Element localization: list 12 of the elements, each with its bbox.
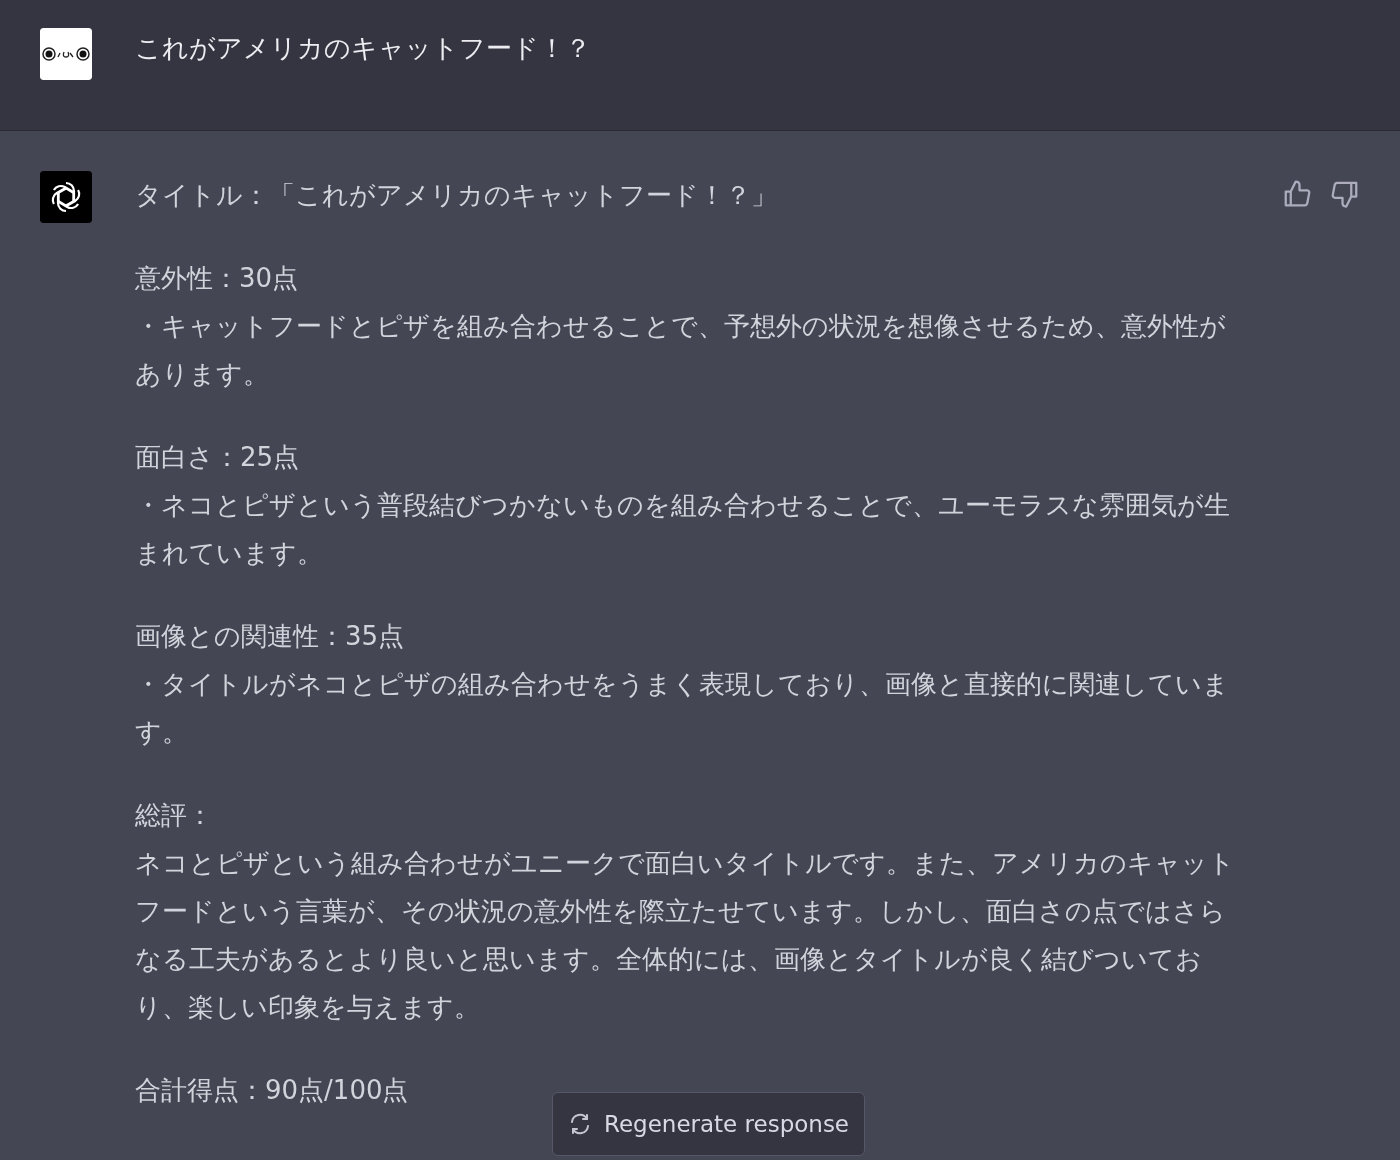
section-body: ネコとピザという組み合わせがユニークで面白いタイトルです。また、アメリカのキャットフードという言葉が、その状況の意外性を際立たせています。しかし、面白さの点ではさらなる工夫があるとより良いと思います。全体的には、画像とタイトルが良く結びついており、楽しい印象を与えます。 bbox=[135, 847, 1236, 1024]
section-heading: 意外性：30点 bbox=[135, 262, 300, 295]
regenerate-button[interactable]: Regenerate response bbox=[552, 1092, 865, 1156]
section-heading: 総評： bbox=[135, 799, 214, 832]
section-body: ・ネコとピザという普段結びつかないものを組み合わせることで、ユーモラスな雰囲気が生まれています。 bbox=[135, 489, 1231, 570]
total-score: 合計得点：90点/100点 bbox=[135, 1074, 410, 1107]
section-heading: 面白さ：25点 bbox=[135, 441, 301, 474]
section-body: ・タイトルがネコとピザの組み合わせをうまく表現しており、画像と直接的に関連しています。 bbox=[135, 668, 1230, 749]
section-body: ・キャットフードとピザを組み合わせることで、予想外の状況を想像させるため、意外性があります。 bbox=[135, 310, 1227, 391]
user-message: これがアメリカのキャットフード！？ bbox=[135, 32, 591, 65]
section-heading: 画像との関連性：35点 bbox=[135, 620, 406, 653]
response-title: タイトル：「これがアメリカのキャットフード！？」 bbox=[135, 179, 778, 212]
